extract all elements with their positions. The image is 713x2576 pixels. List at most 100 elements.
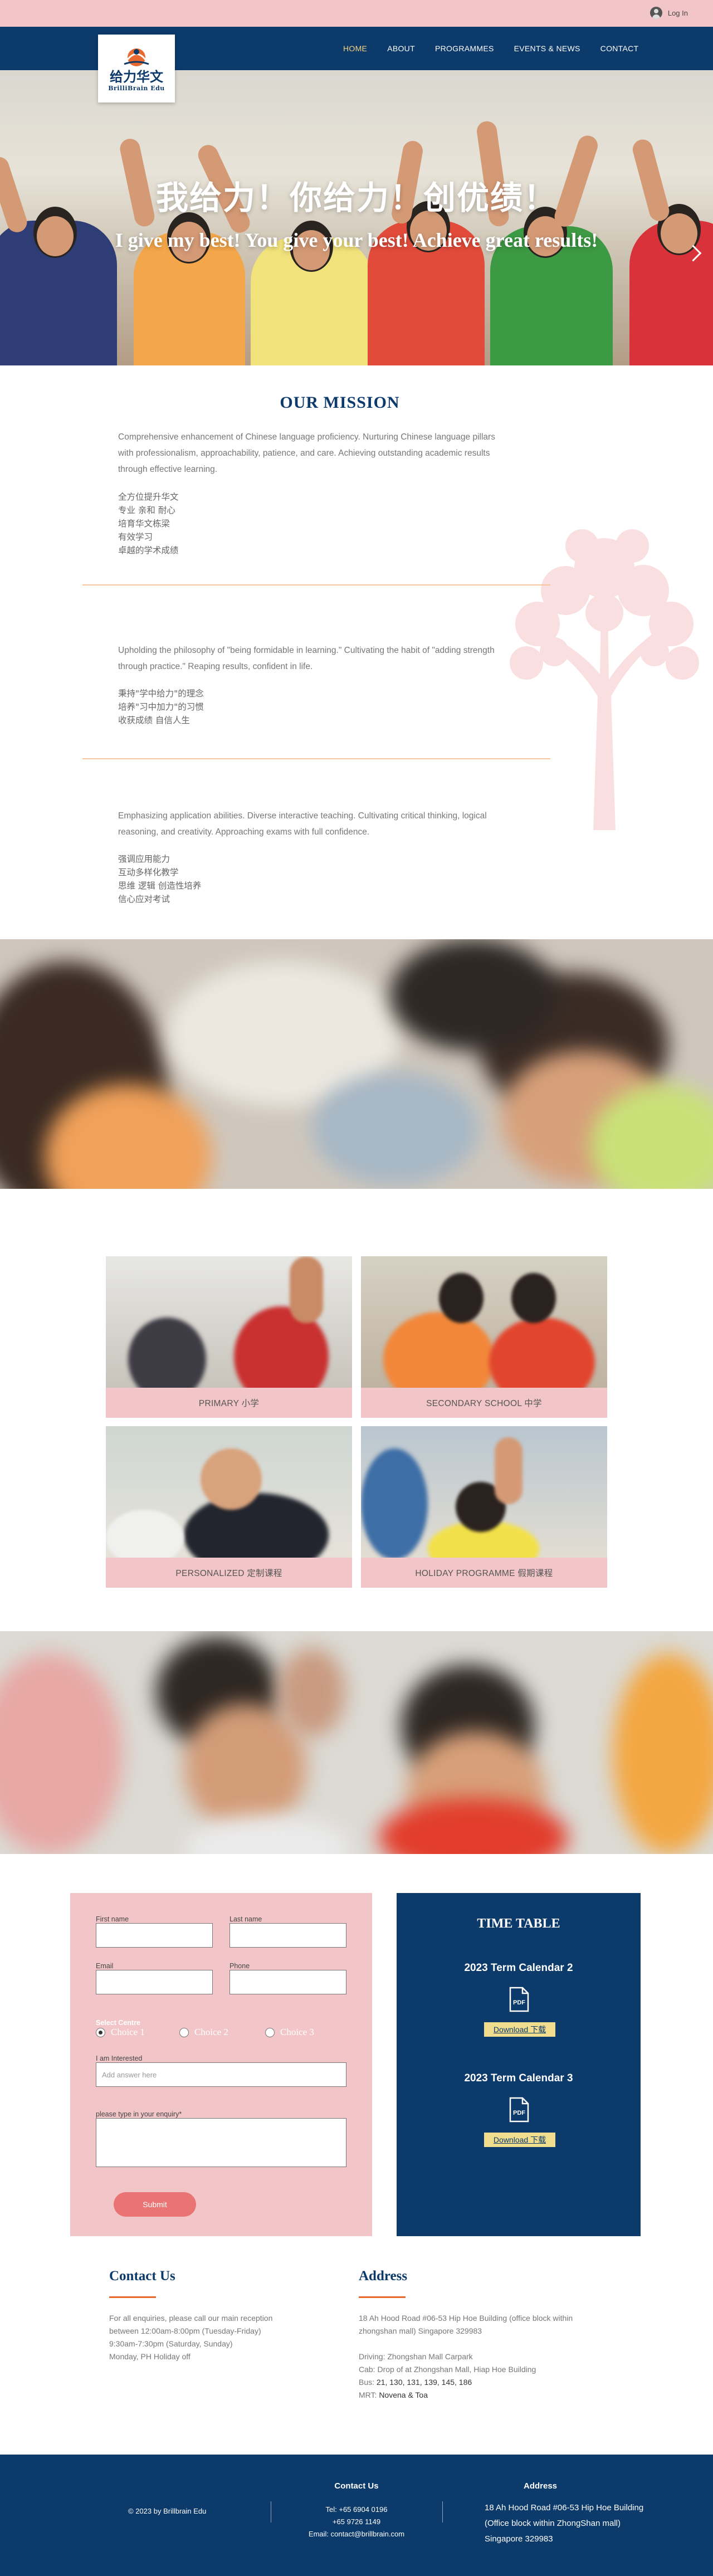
mission-line: 互动多样化教学 <box>118 867 179 877</box>
email-label: Email <box>96 1962 114 1970</box>
programme-photo <box>106 1426 352 1558</box>
enquiry-label: please type in your enquiry* <box>96 2110 182 2118</box>
enquiry-textarea[interactable] <box>96 2118 346 2167</box>
centre-choice-3[interactable]: Choice 3 <box>265 2027 314 2038</box>
timetable-panel: TIME TABLE 2023 Term Calendar 2 PDF Down… <box>397 1893 641 2236</box>
contact-line: between 12:00am-8:00pm (Tuesday-Friday) <box>109 2326 261 2335</box>
mission-divider <box>82 584 550 586</box>
radio-label: Choice 3 <box>280 2027 314 2037</box>
last-name-label: Last name <box>229 1915 262 1923</box>
footer-tel[interactable]: Tel: +65 6904 0196 <box>295 2504 418 2516</box>
cab-directions: Cab: Drop of at Zhongshan Mall, Hiap Hoe… <box>359 2365 536 2374</box>
enquiry-form: First name Last name Email Phone Select … <box>70 1893 372 2236</box>
email-field[interactable] <box>96 1970 213 1994</box>
contact-underline <box>109 2296 156 2298</box>
mission-text-1-en: Comprehensive enhancement of Chinese lan… <box>118 432 495 474</box>
programme-photo <box>106 1256 352 1388</box>
mission-line: 培养"习中加力"的习惯 <box>118 702 204 712</box>
radio-label: Choice 2 <box>194 2027 228 2037</box>
mrt-directions: MRT: Novena & Toa <box>359 2389 626 2402</box>
footer-address-line: Singapore 329983 <box>485 2534 553 2544</box>
programme-card-primary[interactable]: PRIMARY 小学 <box>106 1256 352 1418</box>
term-calendar-2-title: 2023 Term Calendar 2 <box>464 1962 573 1974</box>
address-text: 18 Ah Hood Road #06-53 Hip Hoe Building … <box>359 2312 626 2402</box>
programme-card-holiday[interactable]: HOLIDAY PROGRAMME 假期课程 <box>361 1426 607 1588</box>
programme-photo <box>361 1426 607 1558</box>
mission-text-2-en: Upholding the philosophy of "being formi… <box>118 646 495 671</box>
nav-item-home[interactable]: HOME <box>333 44 377 53</box>
footer-address-line: 18 Ah Hood Road #06-53 Hip Hoe Building <box>485 2503 644 2512</box>
svg-text:PDF: PDF <box>513 1999 525 2006</box>
mrt-label: MRT: <box>359 2390 379 2399</box>
select-centre-label: Select Centre <box>96 2019 140 2027</box>
contact-text: For all enquiries, please call our main … <box>109 2312 321 2363</box>
programme-card-secondary[interactable]: SECONDARY SCHOOL 中学 <box>361 1256 607 1418</box>
radio-unchecked-icon <box>179 2027 189 2037</box>
mission-line: 有效学习 <box>118 532 153 542</box>
first-name-label: First name <box>96 1915 129 1923</box>
nav-item-programmes[interactable]: PROGRAMMES <box>425 44 504 53</box>
mission-text-3-cn: 强调应用能力 互动多样化教学 思维 逻辑 创造性培养 信心应对考试 <box>118 852 341 906</box>
last-name-field[interactable] <box>229 1923 346 1948</box>
contact-line: 9:30am-7:30pm (Saturday, Sunday) <box>109 2339 233 2348</box>
footer-address-title: Address <box>523 2481 558 2491</box>
driving-directions: Driving: Zhongshan Mall Carpark <box>359 2352 473 2361</box>
submit-button[interactable]: Submit <box>114 2192 196 2217</box>
pdf-file-icon[interactable]: PDF <box>506 2097 531 2123</box>
user-avatar-icon <box>649 7 662 19</box>
programme-label: SECONDARY SCHOOL 中学 <box>426 1399 542 1408</box>
footer-contact-text: Tel: +65 6904 0196 +65 9726 1149 Email: … <box>295 2504 418 2540</box>
mission-line: 卓越的学术成绩 <box>118 545 179 555</box>
contact-line: Monday, PH Holiday off <box>109 2352 191 2361</box>
mission-line: 信心应对考试 <box>118 894 170 904</box>
footer-contact-title: Contact Us <box>334 2481 379 2491</box>
mission-line: 秉持"学中给力"的理念 <box>118 689 204 699</box>
tree-decoration-icon <box>510 529 699 830</box>
programme-card-personalized[interactable]: PERSONALIZED 定制课程 <box>106 1426 352 1588</box>
first-name-field[interactable] <box>96 1923 213 1948</box>
interest-label: I am Interested <box>96 2055 143 2062</box>
programme-photo <box>361 1256 607 1388</box>
nav-item-about[interactable]: ABOUT <box>377 44 425 53</box>
nav-item-contact[interactable]: CONTACT <box>590 44 649 53</box>
bus-label: Bus: <box>359 2378 377 2387</box>
main-nav: HOME ABOUT PROGRAMMES EVENTS & NEWS CONT… <box>333 27 648 70</box>
hero-title-en: I give my best! You give your best! Achi… <box>115 229 598 251</box>
mission-text-3-en: Emphasizing application abilities. Diver… <box>118 811 487 837</box>
address-underline <box>359 2296 406 2298</box>
logo-text-cn: 给力华文 <box>110 69 163 85</box>
contact-title: Contact Us <box>109 2268 175 2284</box>
download-term-3-button[interactable]: Download 下载 <box>484 2133 555 2147</box>
login-label: Log In <box>667 8 688 17</box>
footer-email[interactable]: Email: contact@brillbrain.com <box>295 2528 418 2540</box>
pdf-file-icon[interactable]: PDF <box>506 1987 531 2012</box>
footer-address-line: (Office block within ZhongShan mall) <box>485 2519 621 2528</box>
download-term-2-button[interactable]: Download 下载 <box>484 2022 555 2037</box>
nav-item-events-news[interactable]: EVENTS & NEWS <box>504 44 590 53</box>
svg-text:PDF: PDF <box>513 2110 525 2116</box>
mission-line: 收获成绩 自信人生 <box>118 715 190 725</box>
centre-choice-1[interactable]: Choice 1 <box>96 2027 145 2038</box>
programme-label: HOLIDAY PROGRAMME 假期课程 <box>415 1569 553 1578</box>
address-line: zhongshan mall) Singapore 329983 <box>359 2326 482 2335</box>
footer-tel-2[interactable]: +65 9726 1149 <box>295 2516 418 2528</box>
footer-copyright: © 2023 by Brillbrain Edu <box>128 2507 207 2515</box>
timetable-title: TIME TABLE <box>477 1916 560 1931</box>
login-button[interactable]: Log In <box>649 7 688 19</box>
address-title: Address <box>359 2268 408 2284</box>
phone-field[interactable] <box>229 1970 346 1994</box>
footer-divider <box>442 2501 443 2523</box>
mission-line: 培育华文栋梁 <box>118 519 170 529</box>
footer-address-text: 18 Ah Hood Road #06-53 Hip Hoe Building … <box>485 2500 663 2547</box>
interest-field[interactable] <box>96 2062 346 2087</box>
centre-choice-2[interactable]: Choice 2 <box>179 2027 228 2038</box>
bus-directions: Bus: 21, 130, 131, 139, 145, 186 <box>359 2376 626 2389</box>
mission-text-2-cn: 秉持"学中给力"的理念 培养"习中加力"的习惯 收获成绩 自信人生 <box>118 687 341 727</box>
address-line: 18 Ah Hood Road #06-53 Hip Hoe Building … <box>359 2314 573 2323</box>
site-logo[interactable]: 给力华文 BrilliBrain Edu <box>98 35 175 103</box>
mission-line: 强调应用能力 <box>118 854 170 864</box>
classroom-photo-blurred <box>0 939 713 1189</box>
mission-title: OUR MISSION <box>280 393 400 412</box>
radio-label: Choice 1 <box>111 2027 145 2037</box>
bus-value: 21, 130, 131, 139, 145, 186 <box>376 2378 472 2387</box>
